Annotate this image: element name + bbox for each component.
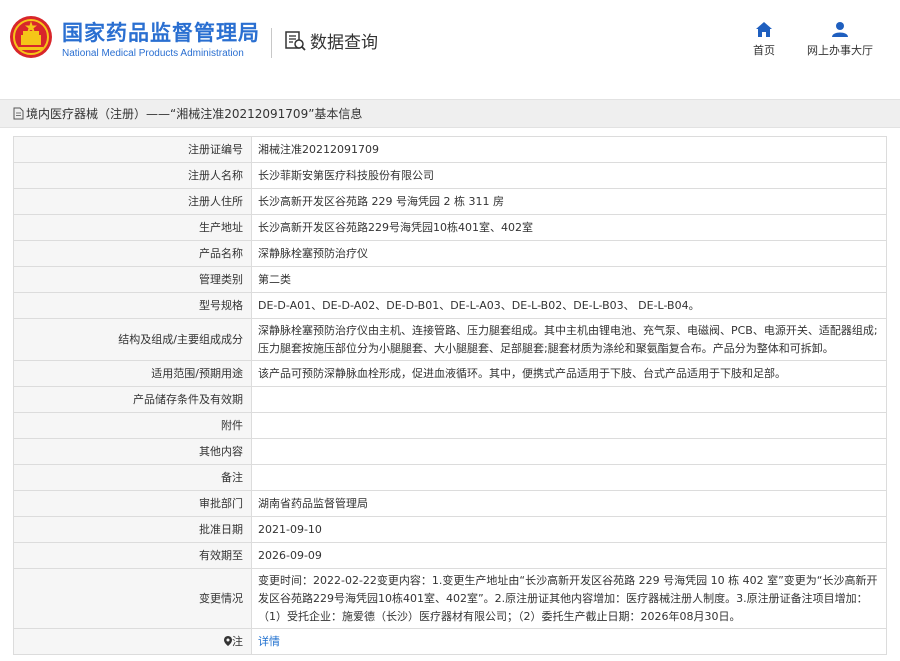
table-row: 型号规格 DE-D-A01、DE-D-A02、DE-D-B01、DE-L-A03、… xyxy=(13,292,887,319)
row-label: 生产地址 xyxy=(13,214,252,241)
row-value: 第二类 xyxy=(251,266,887,293)
row-label: 注册人名称 xyxy=(13,162,252,189)
note-label-cell: 注 xyxy=(13,628,252,655)
table-row: 产品名称 深静脉栓塞预防治疗仪 xyxy=(13,240,887,267)
breadcrumb-text: 境内医疗器械（注册）——“湘械注准20212091709”基本信息 xyxy=(26,107,363,121)
row-label: 批准日期 xyxy=(13,516,252,543)
home-icon xyxy=(756,22,772,37)
row-label: 结构及组成/主要组成成分 xyxy=(13,318,252,361)
row-label: 注册人住所 xyxy=(13,188,252,215)
detail-table-container: 注册证编号 湘械注准20212091709 注册人名称 长沙菲斯安第医疗科技股份有限… xyxy=(13,136,887,655)
row-value: 湖南省药品监督管理局 xyxy=(251,490,887,517)
row-label: 备注 xyxy=(13,464,252,491)
table-row: 适用范围/预期用途 该产品可预防深静脉血栓形成，促进血液循环。其中，便携式产品适用… xyxy=(13,360,887,387)
table-row: 批准日期 2021-09-10 xyxy=(13,516,887,543)
row-label: 变更情况 xyxy=(13,568,252,629)
table-row: 有效期至 2026-09-09 xyxy=(13,542,887,569)
row-value: DE-D-A01、DE-D-A02、DE-D-B01、DE-L-A03、DE-L… xyxy=(251,292,887,319)
user-icon xyxy=(832,22,848,37)
row-value xyxy=(251,412,887,439)
row-label: 附件 xyxy=(13,412,252,439)
row-value xyxy=(251,438,887,465)
row-label: 产品名称 xyxy=(13,240,252,267)
row-value xyxy=(251,386,887,413)
table-row: 产品储存条件及有效期 xyxy=(13,386,887,413)
row-value: 变更时间：2022-02-22变更内容：1.变更生产地址由“长沙高新开发区谷苑路… xyxy=(251,568,887,629)
table-row: 管理类别 第二类 xyxy=(13,266,887,293)
row-value: 深静脉栓塞预防治疗仪由主机、连接管路、压力腿套组成。其中主机由锂电池、充气泵、电… xyxy=(251,318,887,361)
row-label: 其他内容 xyxy=(13,438,252,465)
note-label: 注 xyxy=(232,634,243,648)
row-value: 湘械注准20212091709 xyxy=(251,136,887,163)
section-title: 数据查询 xyxy=(284,28,378,53)
row-label: 注册证编号 xyxy=(13,136,252,163)
table-row: 注 详情 xyxy=(13,628,887,655)
table-row: 注册人名称 长沙菲斯安第医疗科技股份有限公司 xyxy=(13,162,887,189)
location-pin-icon xyxy=(224,635,232,646)
detail-table: 注册证编号 湘械注准20212091709 注册人名称 长沙菲斯安第医疗科技股份有限… xyxy=(13,136,887,655)
header-divider xyxy=(271,28,272,58)
table-row: 注册证编号 湘械注准20212091709 xyxy=(13,136,887,163)
details-link[interactable]: 详情 xyxy=(258,635,280,648)
table-row: 生产地址 长沙高新开发区谷苑路229号海凭园10栋401室、402室 xyxy=(13,214,887,241)
row-label: 产品储存条件及有效期 xyxy=(13,386,252,413)
national-emblem-icon xyxy=(10,16,52,58)
table-row: 审批部门 湖南省药品监督管理局 xyxy=(13,490,887,517)
row-value: 该产品可预防深静脉血栓形成，促进血液循环。其中，便携式产品适用于下肢、台式产品适… xyxy=(251,360,887,387)
table-row: 变更情况 变更时间：2022-02-22变更内容：1.变更生产地址由“长沙高新开发… xyxy=(13,568,887,629)
row-value: 长沙菲斯安第医疗科技股份有限公司 xyxy=(251,162,887,189)
table-row: 注册人住所 长沙高新开发区谷苑路 229 号海凭园 2 栋 311 房 xyxy=(13,188,887,215)
document-icon xyxy=(13,107,24,120)
table-row: 附件 xyxy=(13,412,887,439)
nav-online-service-hall[interactable]: 网上办事大厅 xyxy=(800,22,880,58)
nav-hall-label: 网上办事大厅 xyxy=(807,44,873,57)
nav-home[interactable]: 首页 xyxy=(744,22,784,58)
row-label: 有效期至 xyxy=(13,542,252,569)
table-row: 备注 xyxy=(13,464,887,491)
row-value: 2021-09-10 xyxy=(251,516,887,543)
row-label: 型号规格 xyxy=(13,292,252,319)
nav-home-label: 首页 xyxy=(753,44,775,57)
row-label: 适用范围/预期用途 xyxy=(13,360,252,387)
table-row: 其他内容 xyxy=(13,438,887,465)
row-value: 长沙高新开发区谷苑路 229 号海凭园 2 栋 311 房 xyxy=(251,188,887,215)
section-title-text: 数据查询 xyxy=(310,33,378,53)
table-row: 结构及组成/主要组成成分 深静脉栓塞预防治疗仪由主机、连接管路、压力腿套组成。其中… xyxy=(13,318,887,361)
site-header: 国家药品监督管理局 National Medical Products Admi… xyxy=(0,0,900,84)
row-label: 管理类别 xyxy=(13,266,252,293)
row-value: 深静脉栓塞预防治疗仪 xyxy=(251,240,887,267)
org-name-cn: 国家药品监督管理局 xyxy=(62,21,260,45)
org-name-en: National Medical Products Administration xyxy=(62,48,244,59)
row-value: 长沙高新开发区谷苑路229号海凭园10栋401室、402室 xyxy=(251,214,887,241)
row-value xyxy=(251,464,887,491)
row-label: 审批部门 xyxy=(13,490,252,517)
row-value: 2026-09-09 xyxy=(251,542,887,569)
data-query-icon xyxy=(285,30,306,51)
breadcrumb: 境内医疗器械（注册）——“湘械注准20212091709”基本信息 xyxy=(0,99,900,128)
note-value-cell: 详情 xyxy=(251,628,887,655)
